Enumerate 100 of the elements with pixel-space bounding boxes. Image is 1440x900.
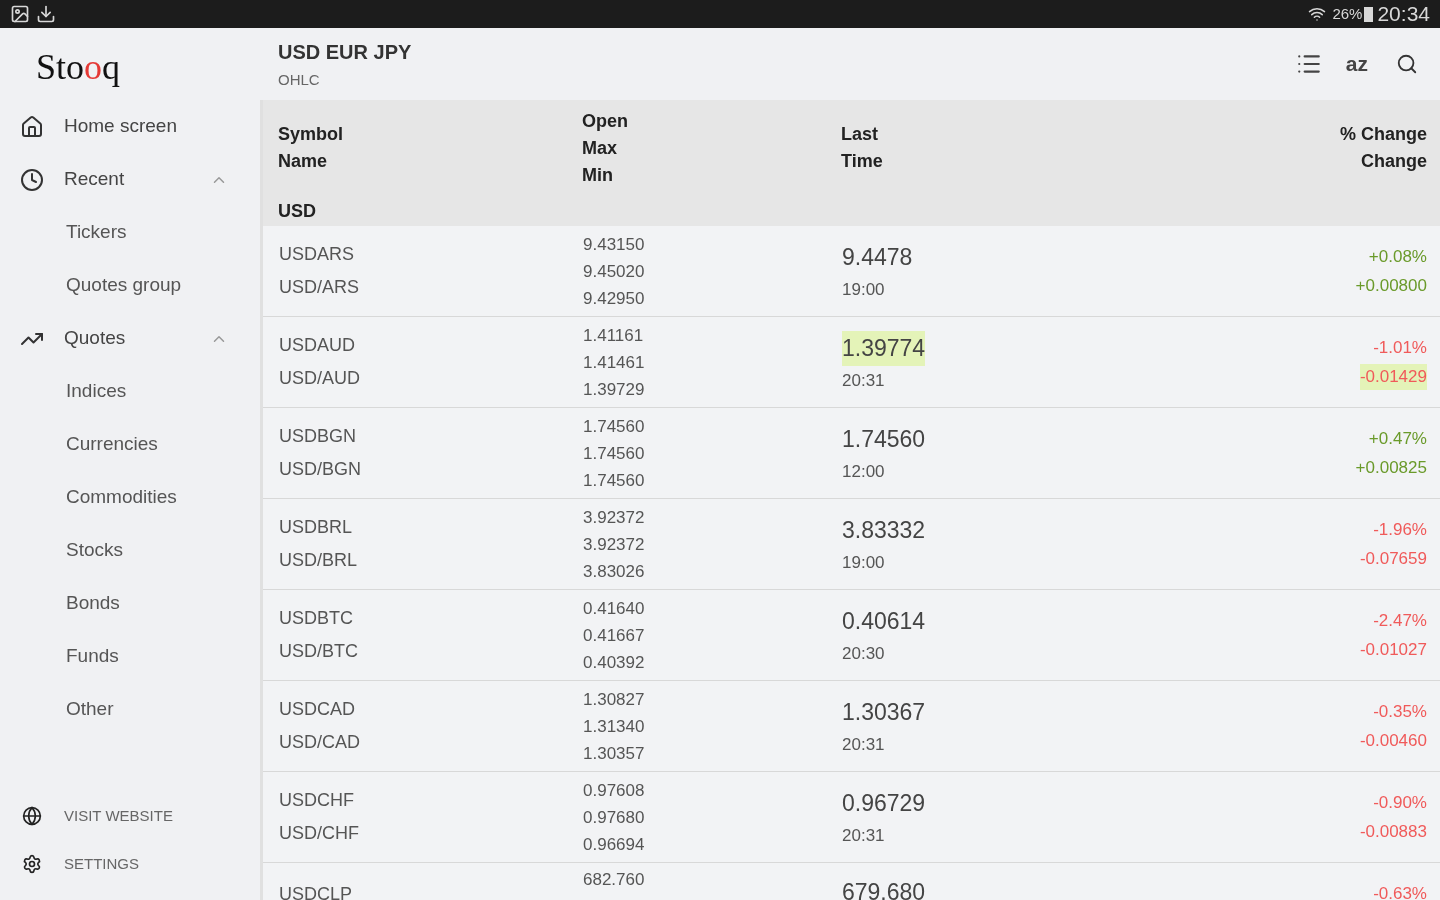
time-text: 20:31 [842, 369, 885, 392]
nav-subitem[interactable]: Currencies [0, 418, 260, 471]
name-text: USD/ARS [279, 276, 360, 299]
last-price: 0.96729 [842, 789, 926, 818]
battery-text: 26% [1332, 3, 1363, 24]
battery-icon [1364, 6, 1374, 22]
change-value: -0.00883 [1359, 821, 1427, 843]
nav-item[interactable]: Recent [0, 153, 260, 206]
change-value: -0.07659 [1359, 548, 1427, 570]
percent-change: -1.01% [1373, 336, 1427, 359]
symbol-text: USDCAD [279, 698, 356, 721]
time-text: 19:00 [842, 278, 885, 301]
column-heading: Name [278, 150, 329, 173]
nav-subitem[interactable]: Tickers [0, 206, 260, 259]
symbol-text: USDAUD [279, 334, 356, 357]
percent-change: -0.63% [1373, 885, 1427, 900]
percent-change: +0.08% [1368, 245, 1427, 268]
open-value: 3.92372 [583, 506, 646, 529]
nav-subitem[interactable]: Indices [0, 365, 260, 418]
symbol-text: USDCLP [279, 885, 354, 900]
percent-change: -1.96% [1373, 518, 1427, 541]
time-text: 20:31 [842, 733, 885, 756]
max-value: 1.31340 [583, 715, 646, 738]
open-value: 1.41161 [583, 324, 645, 347]
last-price: 3.83332 [842, 516, 926, 545]
open-value: 9.43150 [583, 233, 646, 256]
column-heading: Time [841, 150, 884, 173]
nav-item[interactable]: Home screen [0, 100, 260, 153]
globe-icon [22, 806, 42, 826]
percent-change: +0.47% [1368, 427, 1427, 450]
last-price: 1.39774 [842, 331, 926, 366]
min-value: 0.96694 [583, 833, 646, 856]
open-value: 682.760 [583, 871, 646, 888]
sort-button[interactable]: az [1345, 48, 1368, 80]
image-icon [10, 4, 30, 24]
percent-change: -0.35% [1373, 700, 1427, 723]
open-value: 0.97608 [583, 779, 646, 802]
max-value: 0.41667 [583, 624, 646, 647]
name-text: USD/BGN [279, 458, 362, 481]
nav-item[interactable]: Quotes [0, 312, 260, 365]
time-text: 12:00 [842, 460, 885, 483]
column-heading: Min [582, 163, 614, 187]
wifi-icon [1308, 5, 1327, 23]
symbol-text: USDCHF [279, 789, 355, 812]
change-value: -0.01429 [1359, 364, 1427, 390]
name-text: USD/AUD [279, 367, 361, 390]
percent-change: -2.47% [1373, 609, 1427, 632]
time-text: 20:31 [842, 824, 885, 847]
time-text: 19:00 [842, 551, 885, 574]
last-price: 679.680 [842, 881, 926, 900]
open-value: 1.30827 [583, 688, 646, 711]
nav-subitem[interactable]: Commodities [0, 471, 260, 524]
last-price: 0.40614 [842, 607, 926, 636]
min-value: 9.42950 [583, 287, 646, 310]
last-price: 1.74560 [842, 425, 926, 454]
column-heading: Symbol [278, 123, 344, 146]
change-value: +0.00825 [1355, 457, 1427, 479]
name-text: USD/BTC [279, 640, 359, 663]
footer-link[interactable]: SETTINGS [0, 840, 260, 888]
time-text: 20:30 [842, 642, 885, 665]
name-text: USD/CHF [279, 822, 360, 845]
max-value: 9.45020 [583, 260, 646, 283]
nav-subitem[interactable]: Other [0, 683, 260, 736]
page-subtitle: OHLC [278, 69, 321, 90]
name-text: USD/CAD [279, 731, 361, 754]
open-value: 0.41640 [583, 597, 646, 620]
download-icon [36, 4, 56, 24]
home-icon [20, 114, 44, 139]
last-price: 1.30367 [842, 698, 926, 727]
min-value: 1.39729 [583, 378, 646, 401]
nav-subitem[interactable]: Quotes group [0, 259, 260, 312]
last-price: 9.4478 [842, 243, 913, 272]
column-heading: % Change [1340, 123, 1427, 146]
max-value: 0.97680 [583, 806, 646, 829]
column-heading: Max [582, 136, 618, 160]
nav-subitem[interactable]: Bonds [0, 577, 260, 630]
change-value: +0.00800 [1355, 275, 1427, 297]
search-icon[interactable] [1396, 53, 1418, 75]
max-value: 1.41461 [583, 351, 646, 374]
symbol-text: USDARS [279, 243, 355, 266]
percent-change: -0.90% [1373, 791, 1427, 814]
min-value: 0.40392 [583, 651, 646, 674]
symbol-text: USDBGN [279, 425, 357, 448]
column-heading: Last [841, 123, 879, 146]
stooq-logo: Stooq [35, 46, 122, 89]
symbol-text: USDBTC [279, 607, 354, 630]
column-heading: Change [1361, 150, 1427, 173]
nav-subitem[interactable]: Funds [0, 630, 260, 683]
min-value: 1.74560 [583, 469, 646, 492]
change-value: -0.01027 [1359, 639, 1427, 661]
footer-link[interactable]: VISIT WEBSITE [0, 792, 260, 840]
clock-icon [20, 167, 44, 192]
max-value: 1.74560 [583, 442, 646, 465]
symbol-text: USDBRL [279, 516, 354, 539]
column-heading: Open [582, 109, 629, 133]
change-value: -0.00460 [1359, 730, 1427, 752]
open-value: 1.74560 [583, 415, 646, 438]
max-value: 3.92372 [583, 533, 646, 556]
nav-subitem[interactable]: Stocks [0, 524, 260, 577]
group-label: USD [278, 200, 317, 223]
